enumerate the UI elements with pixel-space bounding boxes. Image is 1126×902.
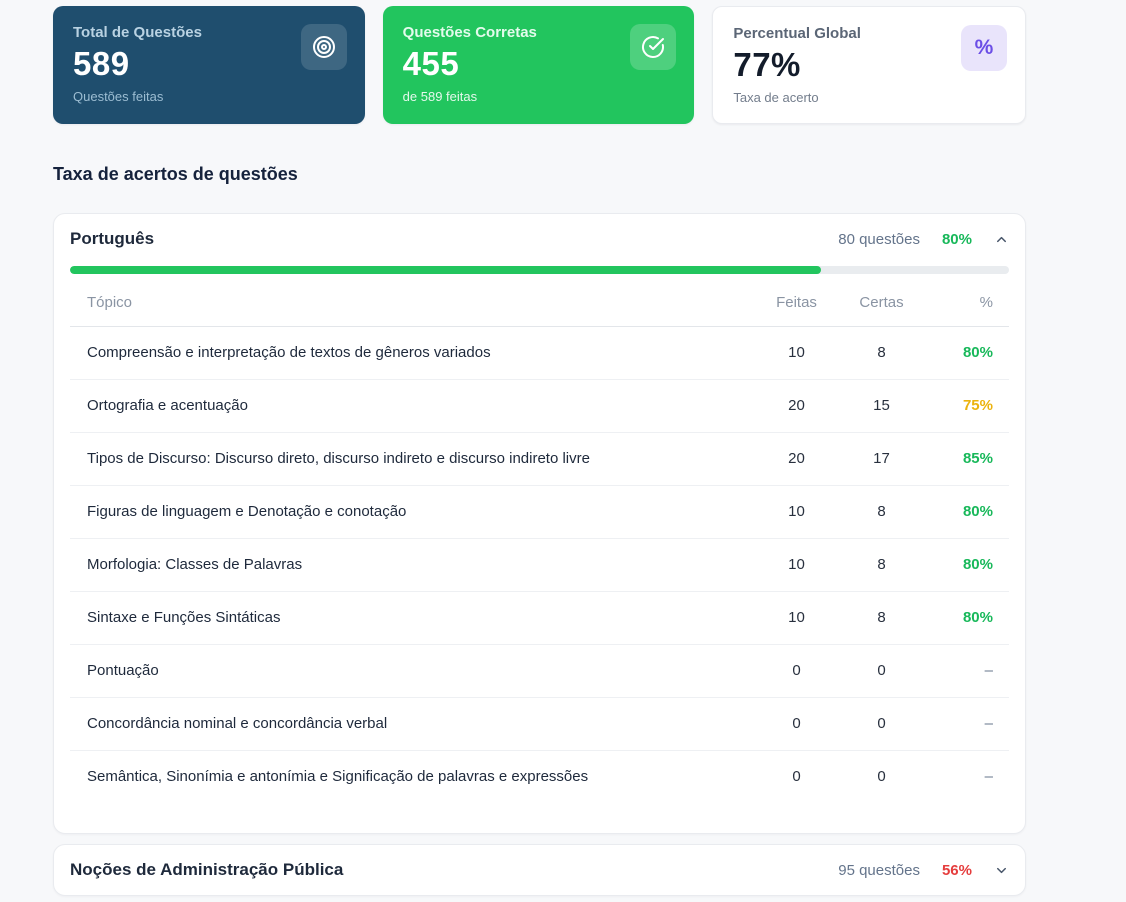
topic-name: Sintaxe e Funções Sintáticas [70,591,754,644]
subject-percent: 80% [942,231,972,248]
subject-header-portugues[interactable]: Português 80 questões 80% [54,214,1025,264]
subject-percent: 56% [942,862,972,879]
topic-certas: 8 [839,591,924,644]
subject-card-portugues: Português 80 questões 80% Tópico [53,213,1026,834]
subject-name: Português [70,229,154,249]
topics-table: Tópico Feitas Certas % Compreensão e int… [70,280,1009,803]
topic-feitas: 10 [754,326,839,379]
topic-certas: 0 [839,644,924,697]
topic-feitas: 10 [754,591,839,644]
stat-card-correct-questions: Questões Corretas 455 de 589 feitas [383,6,695,124]
topic-percent: 80% [924,591,1009,644]
topic-percent: 80% [924,538,1009,591]
percent-icon: % [961,25,1007,71]
topic-feitas: 0 [754,644,839,697]
topic-percent: 85% [924,432,1009,485]
topic-certas: 0 [839,750,924,803]
dashboard-page: Total de Questões 589 Questões feitas Qu… [53,0,1026,902]
topic-name: Morfologia: Classes de Palavras [70,538,754,591]
topic-feitas: 0 [754,697,839,750]
table-row[interactable]: Semântica, Sinonímia e antonímia e Signi… [70,750,1009,803]
topics-table-body: Compreensão e interpretação de textos de… [70,326,1009,803]
subject-meta: 80 questões 80% [838,231,1009,248]
topics-table-header-row: Tópico Feitas Certas % [70,280,1009,326]
stat-subtext: de 589 feitas [403,89,675,104]
column-header-certas: Certas [839,280,924,326]
topic-name: Pontuação [70,644,754,697]
subject-question-count: 95 questões [838,862,920,879]
subject-name: Noções de Administração Pública [70,860,343,880]
topic-percent: – [924,697,1009,750]
topic-feitas: 10 [754,485,839,538]
topic-feitas: 20 [754,379,839,432]
topic-percent: 80% [924,326,1009,379]
topic-name: Figuras de linguagem e Denotação e conot… [70,485,754,538]
topic-certas: 17 [839,432,924,485]
table-row[interactable]: Morfologia: Classes de Palavras 10 8 80% [70,538,1009,591]
subject-progress [54,266,1025,274]
topic-certas: 0 [839,697,924,750]
table-row[interactable]: Sintaxe e Funções Sintáticas 10 8 80% [70,591,1009,644]
topic-percent: 80% [924,485,1009,538]
stat-subtext: Taxa de acerto [733,90,1005,105]
topic-feitas: 10 [754,538,839,591]
chevron-down-icon[interactable] [994,863,1009,878]
topic-name: Ortografia e acentuação [70,379,754,432]
table-row[interactable]: Tipos de Discurso: Discurso direto, disc… [70,432,1009,485]
topic-feitas: 0 [754,750,839,803]
topic-certas: 8 [839,485,924,538]
stats-row: Total de Questões 589 Questões feitas Qu… [53,6,1026,124]
subject-meta: 95 questões 56% [838,862,1009,879]
topic-name: Tipos de Discurso: Discurso direto, disc… [70,432,754,485]
topic-certas: 8 [839,326,924,379]
table-row[interactable]: Ortografia e acentuação 20 15 75% [70,379,1009,432]
table-row[interactable]: Compreensão e interpretação de textos de… [70,326,1009,379]
topic-percent: – [924,644,1009,697]
chevron-up-icon[interactable] [994,232,1009,247]
topic-name: Compreensão e interpretação de textos de… [70,326,754,379]
topic-feitas: 20 [754,432,839,485]
target-icon [301,24,347,70]
column-header-percent: % [924,280,1009,326]
column-header-feitas: Feitas [754,280,839,326]
subject-header-nocoes-administracao[interactable]: Noções de Administração Pública 95 quest… [54,845,1025,895]
stat-card-total-questions: Total de Questões 589 Questões feitas [53,6,365,124]
subject-card-nocoes-administracao: Noções de Administração Pública 95 quest… [53,844,1026,896]
stat-card-global-percent: Percentual Global 77% Taxa de acerto % [712,6,1026,124]
topic-certas: 15 [839,379,924,432]
section-title: Taxa de acertos de questões [53,164,1026,185]
column-header-topic: Tópico [70,280,754,326]
table-row[interactable]: Figuras de linguagem e Denotação e conot… [70,485,1009,538]
topic-percent: 75% [924,379,1009,432]
table-row[interactable]: Concordância nominal e concordância verb… [70,697,1009,750]
topic-percent: – [924,750,1009,803]
subject-question-count: 80 questões [838,231,920,248]
check-circle-icon [630,24,676,70]
topic-certas: 8 [839,538,924,591]
progress-track [70,266,1009,274]
topic-name: Concordância nominal e concordância verb… [70,697,754,750]
stat-subtext: Questões feitas [73,89,345,104]
table-row[interactable]: Pontuação 0 0 – [70,644,1009,697]
subject-progress-fill [70,266,821,274]
topics-table-wrap: Tópico Feitas Certas % Compreensão e int… [54,274,1025,833]
topic-name: Semântica, Sinonímia e antonímia e Signi… [70,750,754,803]
